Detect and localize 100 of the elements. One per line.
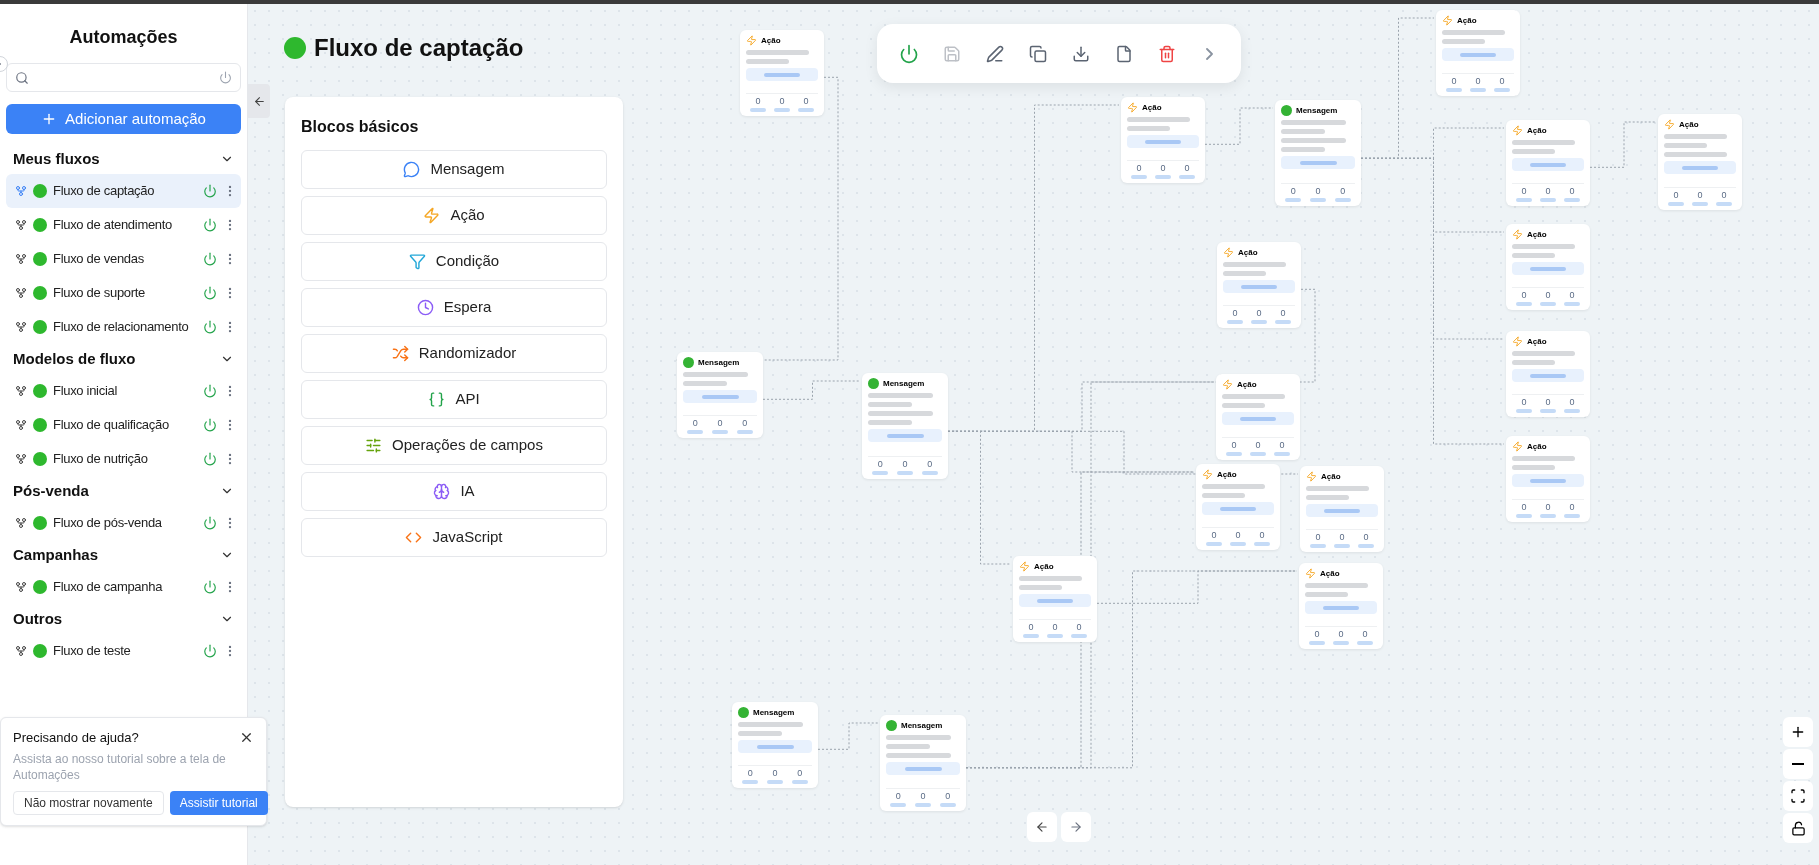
flow-node[interactable]: Mensagem 0 0 0 — [862, 373, 948, 479]
fit-view-button[interactable] — [1783, 781, 1813, 811]
node-button[interactable] — [1202, 502, 1274, 515]
power-icon[interactable] — [203, 218, 217, 232]
flow-node[interactable]: Ação 0 0 0 — [1506, 436, 1590, 522]
flow-node[interactable]: Ação 0 0 0 — [1216, 374, 1300, 460]
flow-list-item[interactable]: Fluxo de pós-venda — [6, 506, 241, 540]
node-button[interactable] — [868, 429, 942, 442]
flow-node[interactable]: Ação 0 0 0 — [1217, 242, 1301, 328]
flow-list-item[interactable]: Fluxo de qualificação — [6, 408, 241, 442]
flow-node[interactable]: Mensagem 0 0 0 — [1275, 100, 1361, 206]
block-button[interactable]: Condição — [301, 242, 607, 281]
power-icon[interactable] — [203, 384, 217, 398]
stat-count: 0 — [1673, 191, 1679, 200]
flow-node[interactable]: Ação 0 0 0 — [1658, 114, 1742, 210]
stat-bar — [1230, 542, 1246, 546]
flow-list-item[interactable]: Fluxo de campanha — [6, 570, 241, 604]
flow-list-item[interactable]: Fluxo de suporte — [6, 276, 241, 310]
undo-button[interactable] — [1027, 812, 1057, 842]
node-button[interactable] — [746, 68, 818, 81]
fork-icon — [15, 517, 27, 529]
block-button[interactable]: API — [301, 380, 607, 419]
stat-bar — [774, 108, 790, 112]
redo-button[interactable] — [1061, 812, 1091, 842]
flow-list-item[interactable]: Fluxo de relacionamento — [6, 310, 241, 344]
node-button[interactable] — [1664, 161, 1736, 174]
flow-list-item[interactable]: Fluxo de teste — [6, 634, 241, 668]
message-icon — [868, 378, 879, 389]
block-button[interactable]: Randomizador — [301, 334, 607, 373]
power-icon[interactable] — [203, 252, 217, 266]
flow-node[interactable]: Ação 0 0 0 — [1013, 556, 1097, 642]
stat-count: 0 — [1232, 309, 1238, 318]
node-button[interactable] — [1442, 48, 1514, 61]
block-button[interactable]: JavaScript — [301, 518, 607, 557]
stat-count: 0 — [797, 769, 803, 778]
stat-count: 0 — [1279, 441, 1285, 450]
block-button[interactable]: Espera — [301, 288, 607, 327]
stat-bar — [1206, 542, 1222, 546]
node-button[interactable] — [1306, 504, 1378, 517]
flow-node[interactable]: Ação 0 0 0 — [1299, 563, 1383, 649]
flow-list-item[interactable]: Fluxo de atendimento — [6, 208, 241, 242]
flow-list-item[interactable]: Fluxo de vendas — [6, 242, 241, 276]
power-icon[interactable] — [203, 580, 217, 594]
stat-count: 0 — [1136, 164, 1142, 173]
node-button[interactable] — [1281, 156, 1355, 169]
flow-node[interactable]: Ação 0 0 0 — [1506, 120, 1590, 206]
node-button[interactable] — [1305, 601, 1377, 614]
node-button[interactable] — [886, 762, 960, 775]
add-automation-button[interactable]: Adicionar automação — [6, 104, 241, 134]
flow-node[interactable]: Ação 0 0 0 — [1506, 224, 1590, 310]
flow-node[interactable]: Ação 0 0 0 — [1196, 464, 1280, 550]
power-icon[interactable] — [203, 644, 217, 658]
stat-count: 0 — [1338, 630, 1344, 639]
node-button[interactable] — [1223, 280, 1295, 293]
flow-node[interactable]: Ação 0 0 0 — [1506, 331, 1590, 417]
power-icon[interactable] — [203, 320, 217, 334]
power-icon[interactable] — [203, 184, 217, 198]
flow-node[interactable]: Ação 0 0 0 — [740, 30, 824, 116]
power-icon[interactable] — [203, 452, 217, 466]
stat-bar — [1540, 514, 1556, 518]
flow-node[interactable]: Ação 0 0 0 — [1300, 466, 1384, 552]
block-button[interactable]: Ação — [301, 196, 607, 235]
stat-bar — [872, 471, 889, 475]
shuffle-icon — [391, 345, 409, 362]
search-field[interactable] — [6, 63, 241, 92]
node-button[interactable] — [1019, 594, 1091, 607]
node-button[interactable] — [738, 740, 812, 753]
node-button[interactable] — [1512, 474, 1584, 487]
node-button[interactable] — [1512, 262, 1584, 275]
flow-list-item[interactable]: Fluxo de nutrição — [6, 442, 241, 476]
block-button[interactable]: Operações de campos — [301, 426, 607, 465]
block-button[interactable]: IA — [301, 472, 607, 511]
flow-node[interactable]: Ação 0 0 0 — [1121, 97, 1205, 183]
zoom-out-button[interactable] — [1783, 749, 1813, 779]
node-button[interactable] — [1512, 369, 1584, 382]
watch-tutorial-button[interactable]: Assistir tutorial — [169, 790, 268, 815]
flow-node[interactable]: Mensagem 0 0 0 — [677, 352, 763, 438]
flow-node[interactable]: Mensagem 0 0 0 — [732, 702, 818, 788]
dismiss-button[interactable]: Não mostrar novamente — [13, 790, 164, 815]
stat-count: 0 — [1521, 398, 1527, 407]
back-button[interactable] — [248, 84, 270, 118]
node-button[interactable] — [1222, 412, 1294, 425]
flow-node[interactable]: Ação 0 0 0 — [1436, 10, 1520, 96]
node-button[interactable] — [1512, 158, 1584, 171]
fork-icon — [15, 253, 27, 265]
flow-list-item[interactable]: Fluxo de captação — [6, 174, 241, 208]
node-button[interactable] — [683, 390, 757, 403]
zoom-in-button[interactable] — [1783, 717, 1813, 747]
stat-bar — [1564, 514, 1580, 518]
flow-title: Fluxo de captação — [314, 33, 524, 63]
power-icon[interactable] — [203, 286, 217, 300]
node-title: Ação — [761, 36, 781, 45]
flow-node[interactable]: Mensagem 0 0 0 — [880, 715, 966, 811]
power-icon[interactable] — [203, 516, 217, 530]
block-button[interactable]: Mensagem — [301, 150, 607, 189]
lock-button[interactable] — [1783, 813, 1813, 843]
flow-list-item[interactable]: Fluxo inicial — [6, 374, 241, 408]
lightning-icon — [1512, 441, 1523, 452]
power-icon[interactable] — [203, 418, 217, 432]
node-button[interactable] — [1127, 135, 1199, 148]
